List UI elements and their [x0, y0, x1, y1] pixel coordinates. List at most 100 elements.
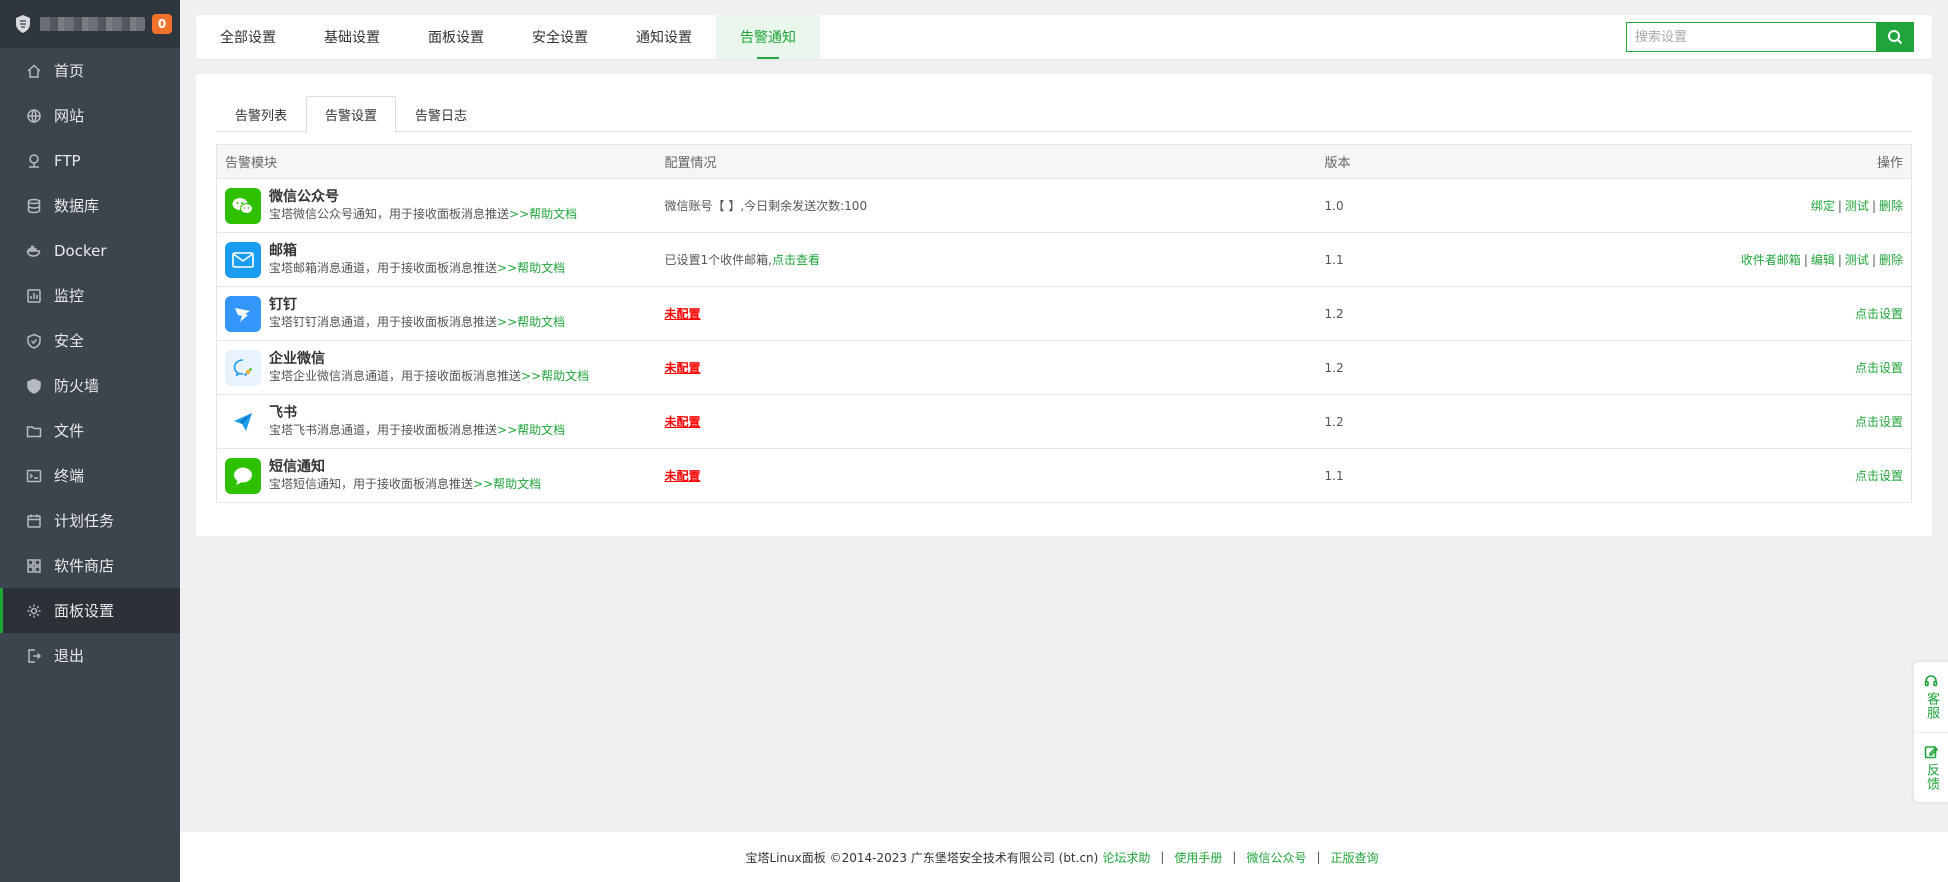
- unconfigured-link[interactable]: 未配置: [665, 361, 701, 375]
- view-recipients-link[interactable]: 点击查看: [772, 253, 820, 267]
- col-config: 配置情况: [656, 144, 1317, 179]
- main-area: 全部设置 基础设置 面板设置 安全设置 通知设置 告警通知 告警列表 告警设置 …: [180, 0, 1948, 882]
- search-button[interactable]: [1876, 22, 1914, 52]
- feishu-icon: [225, 403, 261, 440]
- sidebar-item-logout[interactable]: 退出: [0, 633, 180, 678]
- feedback-button[interactable]: 反馈: [1914, 732, 1948, 802]
- footer: 宝塔Linux面板 ©2014-2023 广东堡塔安全技术有限公司 (bt.cn…: [180, 832, 1948, 882]
- recipients-button[interactable]: 收件者邮箱: [1741, 253, 1801, 267]
- table-header-row: 告警模块 配置情况 版本 操作: [216, 144, 1912, 179]
- help-doc-link[interactable]: >>帮助文档: [497, 261, 565, 275]
- sidebar-item-home[interactable]: 首页: [0, 48, 180, 93]
- bind-button[interactable]: 绑定: [1811, 199, 1835, 213]
- module-name: 企业微信: [269, 351, 325, 367]
- gear-icon: [26, 603, 42, 619]
- footer-link-license[interactable]: 正版查询: [1331, 849, 1379, 866]
- sidebar-nav: 首页 网站 FTP 数据库 Docker 监控 安全 防火墙 文件 终端 计划任…: [0, 48, 180, 678]
- module-desc: 宝塔短信通知，用于接收面板消息推送: [269, 477, 474, 491]
- edit-icon: [1924, 745, 1938, 758]
- unconfigured-link[interactable]: 未配置: [665, 415, 701, 429]
- tab-security-settings[interactable]: 安全设置: [508, 15, 612, 59]
- table-row: 邮箱 宝塔邮箱消息通道，用于接收面板消息推送>>帮助文档 已设置1个收件邮箱,点…: [216, 232, 1912, 287]
- sidebar-item-files[interactable]: 文件: [0, 408, 180, 453]
- footer-link-forum[interactable]: 论坛求助: [1102, 849, 1150, 866]
- sidebar-item-security[interactable]: 安全: [0, 318, 180, 363]
- search-icon: [1888, 30, 1903, 45]
- module-desc: 宝塔企业微信消息通道，用于接收面板消息推送: [269, 369, 522, 383]
- mail-icon: [225, 241, 261, 278]
- test-button[interactable]: 测试: [1845, 199, 1869, 213]
- alert-settings-panel: 告警列表 告警设置 告警日志 告警模块 配置情况 版本 操作 微信公众号 宝塔微…: [196, 74, 1932, 536]
- configure-button[interactable]: 点击设置: [1855, 415, 1903, 429]
- delete-button[interactable]: 删除: [1879, 253, 1903, 267]
- sidebar-item-website[interactable]: 网站: [0, 93, 180, 138]
- terminal-icon: [26, 468, 42, 484]
- alert-subtabs: 告警列表 告警设置 告警日志: [216, 96, 1912, 133]
- logout-icon: [26, 648, 42, 664]
- version: 1.2: [1316, 340, 1517, 395]
- subtab-alert-log[interactable]: 告警日志: [396, 96, 486, 132]
- subtab-alert-settings[interactable]: 告警设置: [306, 96, 397, 133]
- tab-all-settings[interactable]: 全部设置: [196, 15, 300, 59]
- sidebar-item-label: 网站: [54, 107, 85, 125]
- tab-panel-settings[interactable]: 面板设置: [404, 15, 508, 59]
- customer-service-button[interactable]: 客服: [1914, 662, 1948, 732]
- sidebar-item-label: Docker: [54, 241, 107, 260]
- footer-link-manual[interactable]: 使用手册: [1174, 849, 1222, 866]
- feedback-label: 反馈: [1924, 762, 1939, 791]
- sidebar-item-firewall[interactable]: 防火墙: [0, 363, 180, 408]
- unconfigured-link[interactable]: 未配置: [665, 469, 701, 483]
- module-name: 邮箱: [269, 243, 297, 259]
- sidebar-item-label: FTP: [54, 151, 81, 170]
- col-version: 版本: [1316, 144, 1517, 179]
- sidebar-item-label: 防火墙: [54, 377, 100, 395]
- help-doc-link[interactable]: >>帮助文档: [497, 315, 565, 329]
- sidebar-item-panel-settings[interactable]: 面板设置: [0, 588, 180, 633]
- configure-button[interactable]: 点击设置: [1855, 469, 1903, 483]
- configure-button[interactable]: 点击设置: [1855, 307, 1903, 321]
- configure-button[interactable]: 点击设置: [1855, 361, 1903, 375]
- sidebar-item-docker[interactable]: Docker: [0, 228, 180, 273]
- sidebar-item-ftp[interactable]: FTP: [0, 138, 180, 183]
- dingtalk-icon: [225, 295, 261, 332]
- sidebar-item-label: 安全: [54, 332, 85, 350]
- footer-link-wechat[interactable]: 微信公众号: [1246, 849, 1306, 866]
- unconfigured-link[interactable]: 未配置: [665, 307, 701, 321]
- table-row: 短信通知 宝塔短信通知，用于接收面板消息推送>>帮助文档 未配置 1.1 点击设…: [216, 448, 1912, 503]
- help-doc-link[interactable]: >>帮助文档: [473, 477, 541, 491]
- sidebar-item-terminal[interactable]: 终端: [0, 453, 180, 498]
- table-row: 微信公众号 宝塔微信公众号通知，用于接收面板消息推送>>帮助文档 微信账号【 】…: [216, 178, 1912, 233]
- folder-icon: [26, 423, 42, 439]
- help-doc-link[interactable]: >>帮助文档: [497, 423, 565, 437]
- config-status: 微信账号【 】,今日剩余发送次数:100: [656, 178, 1317, 233]
- edit-button[interactable]: 编辑: [1811, 253, 1835, 267]
- sidebar-item-monitor[interactable]: 监控: [0, 273, 180, 318]
- version: 1.2: [1316, 286, 1517, 341]
- test-button[interactable]: 测试: [1845, 253, 1869, 267]
- sidebar-item-store[interactable]: 软件商店: [0, 543, 180, 588]
- calendar-icon: [26, 513, 42, 529]
- module-name: 微信公众号: [269, 189, 339, 205]
- subtab-alert-list[interactable]: 告警列表: [216, 96, 306, 132]
- notification-badge[interactable]: 0: [152, 14, 172, 34]
- help-doc-link[interactable]: >>帮助文档: [509, 207, 577, 221]
- sidebar-item-database[interactable]: 数据库: [0, 183, 180, 228]
- tab-alert-notification[interactable]: 告警通知: [716, 15, 820, 59]
- customer-service-label: 客服: [1924, 692, 1939, 720]
- module-desc: 宝塔邮箱消息通道，用于接收面板消息推送: [269, 261, 498, 275]
- table-row: 企业微信 宝塔企业微信消息通道，用于接收面板消息推送>>帮助文档 未配置 1.2…: [216, 340, 1912, 395]
- copyright-text: 宝塔Linux面板 ©2014-2023 广东堡塔安全技术有限公司 (bt.cn…: [745, 850, 1099, 865]
- tab-notification-settings[interactable]: 通知设置: [612, 15, 716, 59]
- tab-basic-settings[interactable]: 基础设置: [300, 15, 404, 59]
- sidebar-item-label: 监控: [54, 287, 85, 305]
- delete-button[interactable]: 删除: [1879, 199, 1903, 213]
- col-ops: 操作: [1516, 144, 1912, 179]
- help-doc-link[interactable]: >>帮助文档: [521, 369, 589, 383]
- module-name: 飞书: [269, 405, 297, 421]
- sidebar-item-label: 退出: [54, 647, 85, 665]
- sidebar-item-label: 终端: [54, 467, 85, 485]
- search-input[interactable]: [1626, 22, 1876, 52]
- col-module: 告警模块: [216, 144, 657, 179]
- sidebar-item-cron[interactable]: 计划任务: [0, 498, 180, 543]
- sidebar-item-label: 首页: [54, 62, 85, 80]
